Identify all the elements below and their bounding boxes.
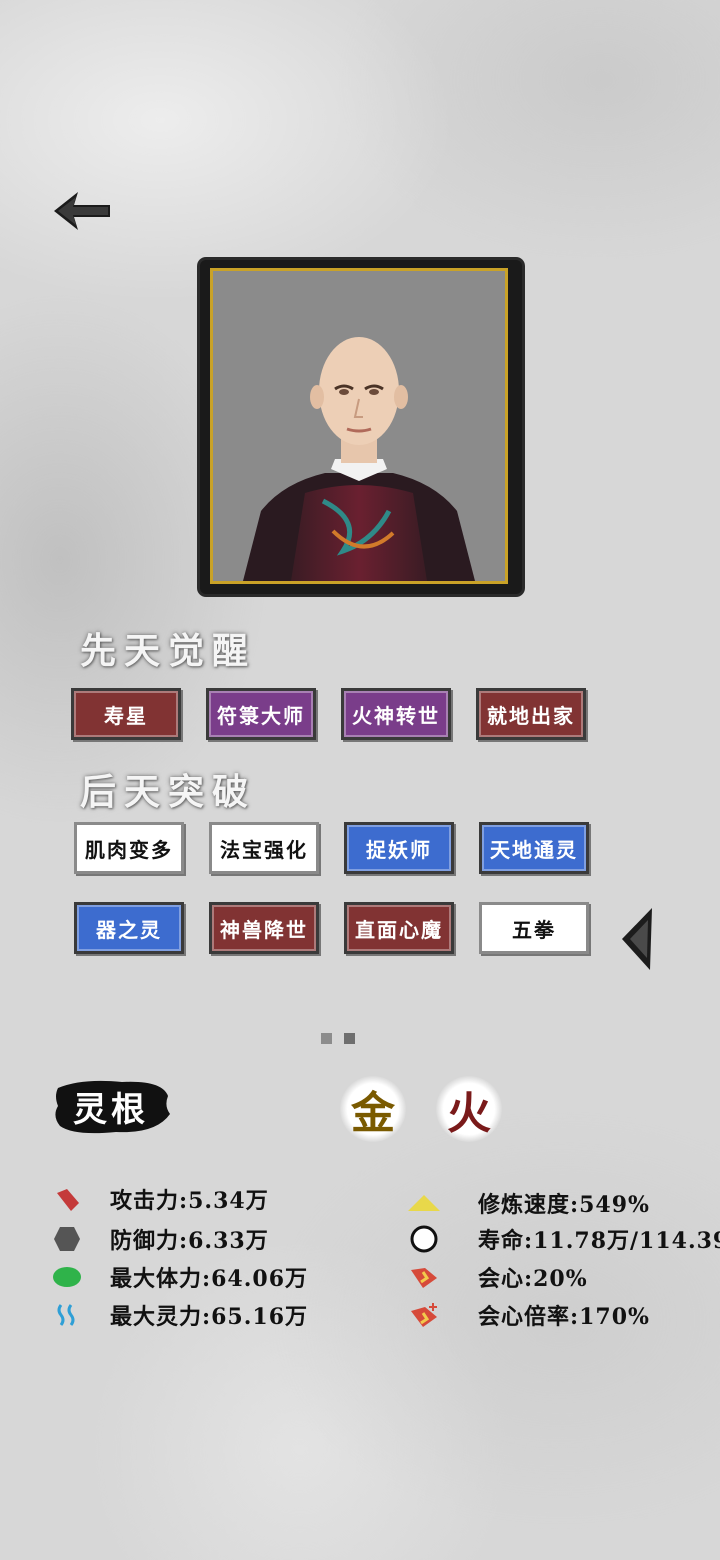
acquired-tag-1[interactable]: 肌肉变多 [74,822,184,874]
innate-tag-4[interactable]: 就地出家 [476,688,586,740]
stat-defense: 防御力:6.33万 [52,1222,269,1256]
element-fire: 火 [436,1076,502,1142]
stat-hp: 最大体力:64.06万 [52,1260,308,1294]
defense-icon [52,1224,82,1254]
acquired-tag-2[interactable]: 法宝强化 [209,822,319,874]
stat-crit-text: 会心:20% [478,1266,588,1292]
page-dot-2[interactable] [344,1033,355,1044]
acquired-breakthrough-title: 后天突破 [80,771,257,813]
innate-tag-1[interactable]: 寿星 [71,688,181,740]
acquired-tag-3[interactable]: 捉妖师 [344,822,454,874]
crit-multiplier-icon [406,1300,442,1330]
acquired-tag-4[interactable]: 天地通灵 [479,822,589,874]
cultivation-speed-icon [406,1188,442,1218]
acquired-tag-6[interactable]: 神兽降世 [209,902,319,954]
innate-tag-3[interactable]: 火神转世 [341,688,451,740]
element-metal-char: 金 [351,1088,395,1139]
acquired-tag-8[interactable]: 五拳 [479,902,589,954]
stat-cultivation-speed: 修炼速度:549% [406,1186,650,1220]
linggen-label: 灵根 [73,1089,149,1130]
stat-cultivation-speed-text: 修炼速度:549% [478,1192,650,1218]
character-portrait [200,260,522,594]
stat-attack: 攻击力:5.34万 [52,1182,269,1216]
crit-icon [406,1262,442,1292]
lifespan-icon [406,1224,442,1254]
innate-tag-2[interactable]: 符箓大师 [206,688,316,740]
stat-crit: 会心:20% [406,1260,588,1294]
page-dot-1[interactable] [321,1033,332,1044]
stat-mana: 最大灵力:65.16万 [52,1298,308,1332]
portrait-image [210,268,508,584]
acquired-tag-7[interactable]: 直面心魔 [344,902,454,954]
attack-icon [52,1184,82,1214]
innate-awakening-title: 先天觉醒 [80,630,257,672]
stat-crit-multiplier: 会心倍率:170% [406,1298,650,1332]
hp-icon [52,1262,82,1292]
element-fire-char: 火 [447,1088,491,1139]
linggen-badge: 灵根 [52,1076,170,1136]
back-button[interactable] [52,188,114,234]
stat-mana-text: 最大灵力:65.16万 [110,1304,309,1330]
triangle-left-icon [622,908,652,970]
arrow-left-icon [54,192,110,230]
element-metal: 金 [340,1076,406,1142]
next-page-button[interactable] [620,906,654,972]
stat-defense-text: 防御力:6.33万 [110,1228,269,1254]
stat-lifespan-text: 寿命:11.78万/114.39万 [478,1228,720,1254]
stat-crit-multiplier-text: 会心倍率:170% [478,1304,650,1330]
stat-hp-text: 最大体力:64.06万 [110,1266,309,1292]
mana-icon [52,1300,82,1330]
stat-attack-text: 攻击力:5.34万 [110,1188,269,1214]
acquired-tag-5[interactable]: 器之灵 [74,902,184,954]
stat-lifespan: 寿命:11.78万/114.39万 [406,1222,720,1256]
